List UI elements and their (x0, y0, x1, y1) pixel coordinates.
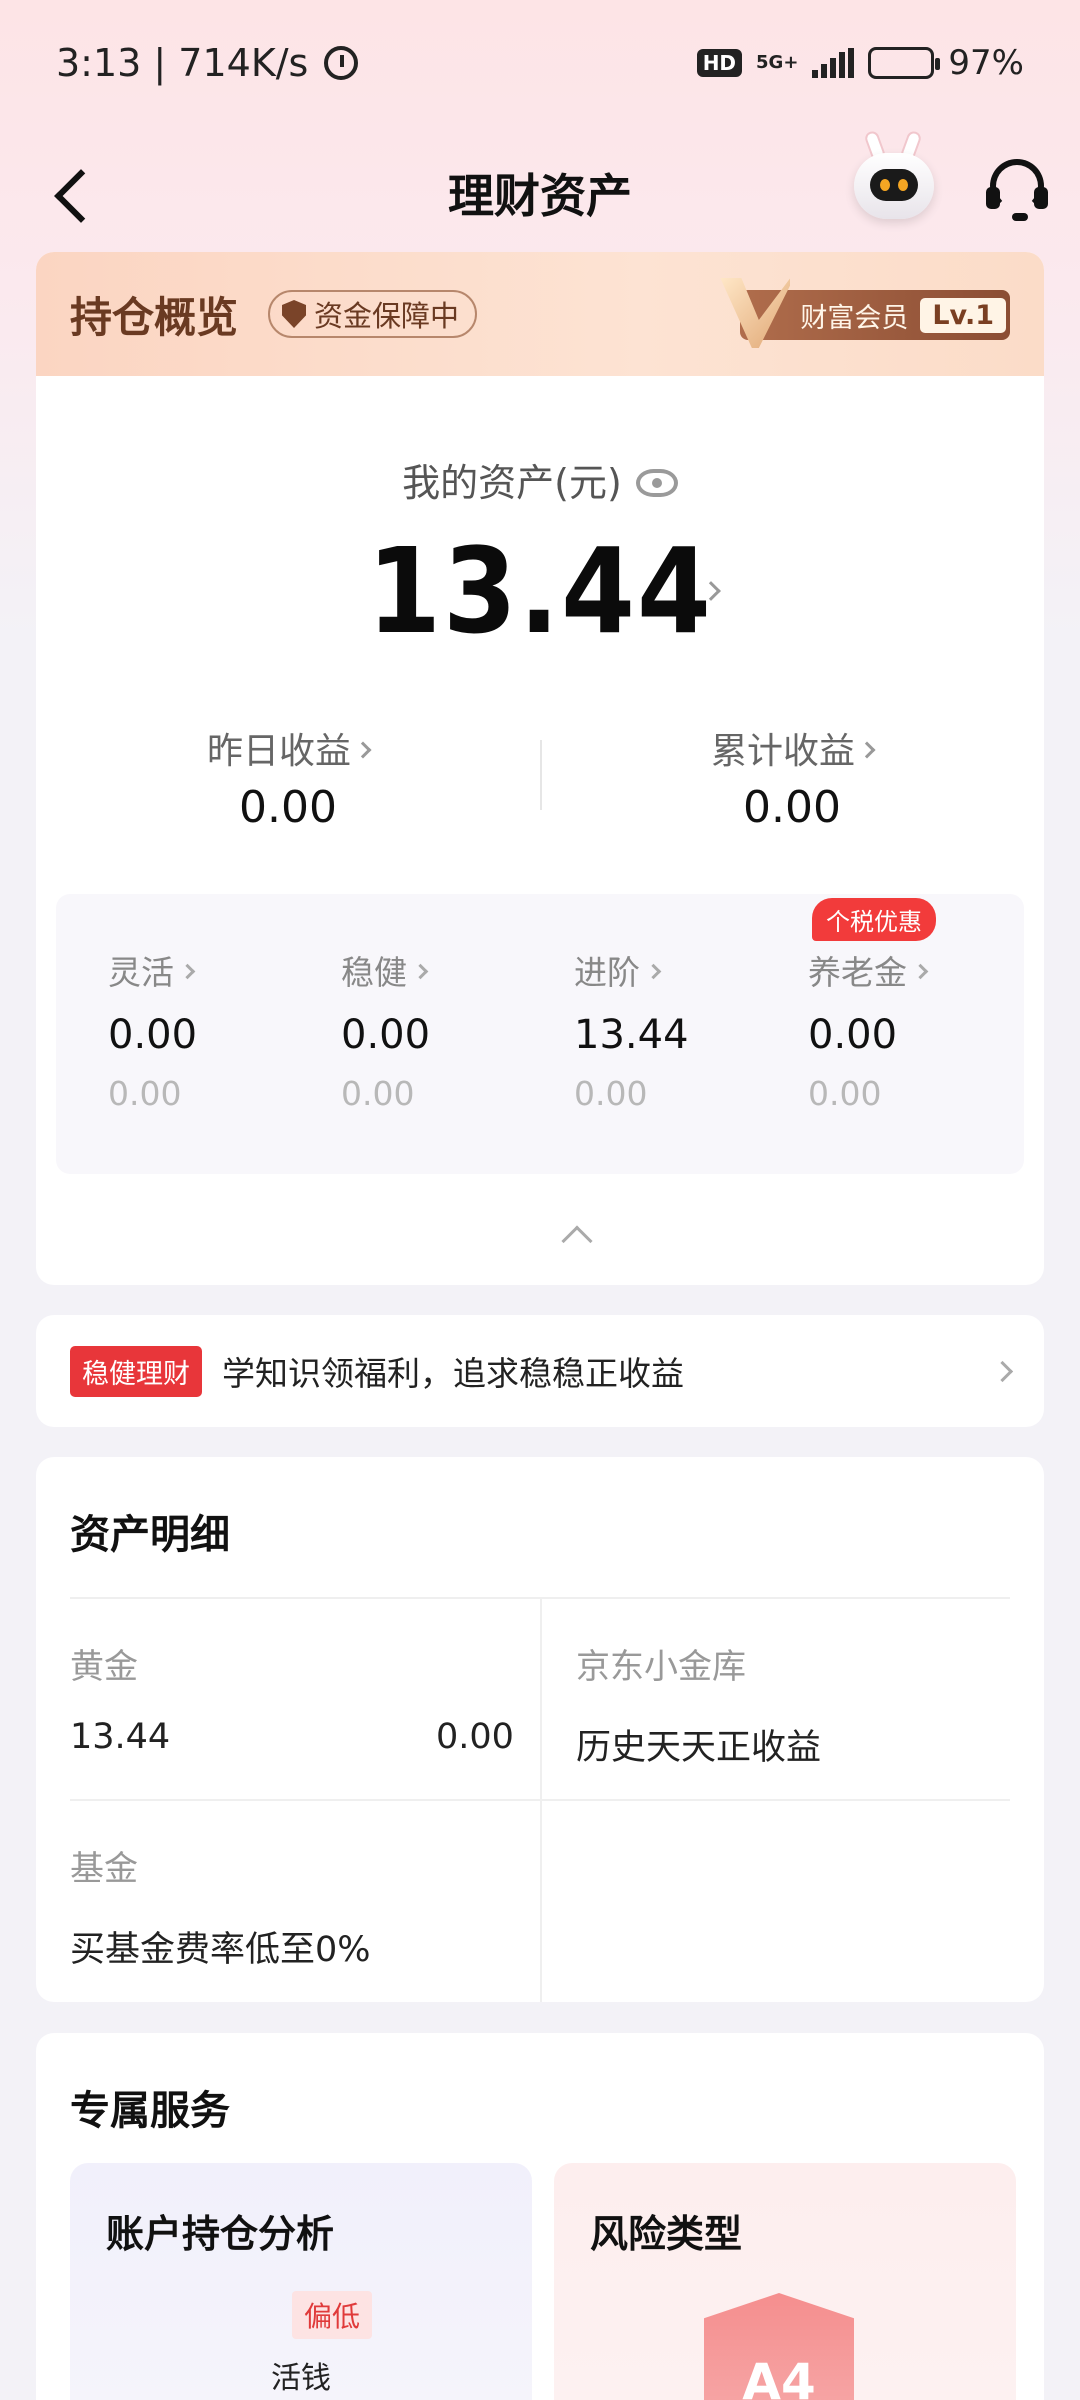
category-sub-value: 0.00 (341, 1074, 415, 1113)
holdings-overview-card: 持仓概览 资金保障中 财富会员 Lv.1 我的资产(元) 13.44 昨日收益 … (36, 252, 1044, 1285)
category-advanced[interactable]: 进阶 13.44 0.00 (574, 946, 689, 1113)
eye-icon[interactable] (635, 468, 678, 497)
shield-icon (282, 300, 307, 328)
member-label: 财富会员 (800, 302, 909, 334)
yesterday-profit[interactable]: 昨日收益 0.00 (36, 722, 540, 833)
risk-type-title: 风险类型 (590, 2212, 743, 2256)
liquid-money-label: 活钱 (271, 2361, 331, 2396)
category-steady[interactable]: 稳健 0.00 0.00 (341, 946, 430, 1113)
category-value: 0.00 (808, 1012, 898, 1058)
category-sub-value: 0.00 (574, 1074, 648, 1113)
customer-service-icon[interactable] (984, 155, 1050, 221)
holding-analysis-card[interactable]: 账户持仓分析 偏低 活钱 (70, 2163, 532, 2400)
gold-profit[interactable]: 0.00 (436, 1717, 514, 1757)
jd-vault-text[interactable]: 历史天天正收益 (576, 1719, 821, 1770)
my-assets-label: 我的资产(元) (36, 452, 1044, 507)
fund-protection-badge[interactable]: 资金保障中 (268, 290, 478, 338)
alarm-icon (324, 45, 359, 80)
category-label: 养老金 (808, 953, 907, 992)
chevron-right-icon (991, 1360, 1014, 1382)
jd-vault-label[interactable]: 京东小金库 (576, 1639, 746, 1688)
chevron-right-icon (912, 963, 929, 980)
service-title: 专属服务 (70, 2088, 230, 2134)
signal-icon (812, 47, 855, 78)
category-label: 进阶 (574, 953, 640, 992)
yesterday-profit-value: 0.00 (239, 782, 337, 833)
hd-icon: HD (696, 48, 743, 77)
category-value: 0.00 (341, 1012, 431, 1058)
gold-value[interactable]: 13.44 (70, 1717, 170, 1757)
chevron-right-icon (858, 741, 876, 759)
robot-assistant-icon[interactable] (850, 125, 936, 225)
category-flexible[interactable]: 灵活 0.00 0.00 (108, 946, 197, 1113)
chevron-right-icon (354, 741, 372, 759)
total-profit[interactable]: 累计收益 0.00 (540, 722, 1044, 833)
total-assets-value[interactable]: 13.44 (36, 522, 1044, 660)
chevron-right-icon (412, 963, 429, 980)
gold-label[interactable]: 黄金 (70, 1639, 138, 1688)
total-profit-value: 0.00 (743, 782, 841, 833)
category-panel: 个税优惠 灵活 0.00 0.00 稳健 0.00 0.00 进阶 13.44 … (56, 894, 1024, 1174)
vip-icon (720, 278, 791, 348)
exclusive-service-card: 专属服务 账户持仓分析 偏低 活钱 风险类型 A4 (36, 2033, 1044, 2400)
chevron-up-icon[interactable] (561, 1225, 593, 1257)
category-sub-value: 0.00 (808, 1074, 882, 1113)
banner-tag: 稳健理财 (70, 1345, 202, 1397)
category-pension[interactable]: 养老金 0.00 0.00 (808, 946, 929, 1113)
divider (70, 1799, 1010, 1801)
banner-text: 学知识领福利，追求稳稳正收益 (222, 1354, 684, 1393)
status-time: 3:13 | 714K/s (56, 40, 309, 85)
steady-finance-banner[interactable]: 稳健理财 学知识领福利，追求稳稳正收益 (36, 1315, 1044, 1427)
member-level: Lv.1 (920, 297, 1006, 333)
asset-detail-title: 资产明细 (70, 1512, 230, 1558)
my-assets-label-text: 我的资产(元) (402, 461, 622, 505)
tax-benefit-tag: 个税优惠 (812, 898, 936, 941)
status-bar: 3:13 | 714K/s HD 5G+ 97% (0, 0, 1080, 125)
asset-detail-card: 资产明细 黄金 13.44 0.00 京东小金库 历史天天正收益 基金 买基金费… (36, 1457, 1044, 2002)
category-label: 稳健 (341, 953, 407, 992)
chevron-right-icon (179, 963, 196, 980)
network-label: 5G+ (756, 51, 799, 73)
total-profit-label: 累计收益 (710, 731, 855, 772)
category-value: 13.44 (574, 1012, 689, 1058)
risk-type-card[interactable]: 风险类型 A4 (554, 2163, 1016, 2400)
battery-level: 97% (948, 42, 1024, 83)
wealth-member-badge[interactable]: 财富会员 Lv.1 (720, 278, 1010, 348)
category-sub-value: 0.00 (108, 1074, 182, 1113)
fund-protection-label: 资金保障中 (314, 299, 460, 333)
low-tag: 偏低 (292, 2291, 373, 2339)
category-label: 灵活 (108, 953, 174, 992)
fund-label[interactable]: 基金 (70, 1841, 138, 1890)
fund-text[interactable]: 买基金费率低至0% (70, 1921, 371, 1972)
battery-icon (868, 46, 941, 79)
chevron-right-icon (645, 963, 662, 980)
overview-title: 持仓概览 (70, 292, 239, 342)
overview-header: 持仓概览 资金保障中 财富会员 Lv.1 (36, 252, 1044, 376)
yesterday-profit-label: 昨日收益 (206, 731, 351, 772)
risk-level: A4 (742, 2353, 816, 2400)
category-value: 0.00 (108, 1012, 198, 1058)
holding-analysis-title: 账户持仓分析 (106, 2212, 335, 2256)
